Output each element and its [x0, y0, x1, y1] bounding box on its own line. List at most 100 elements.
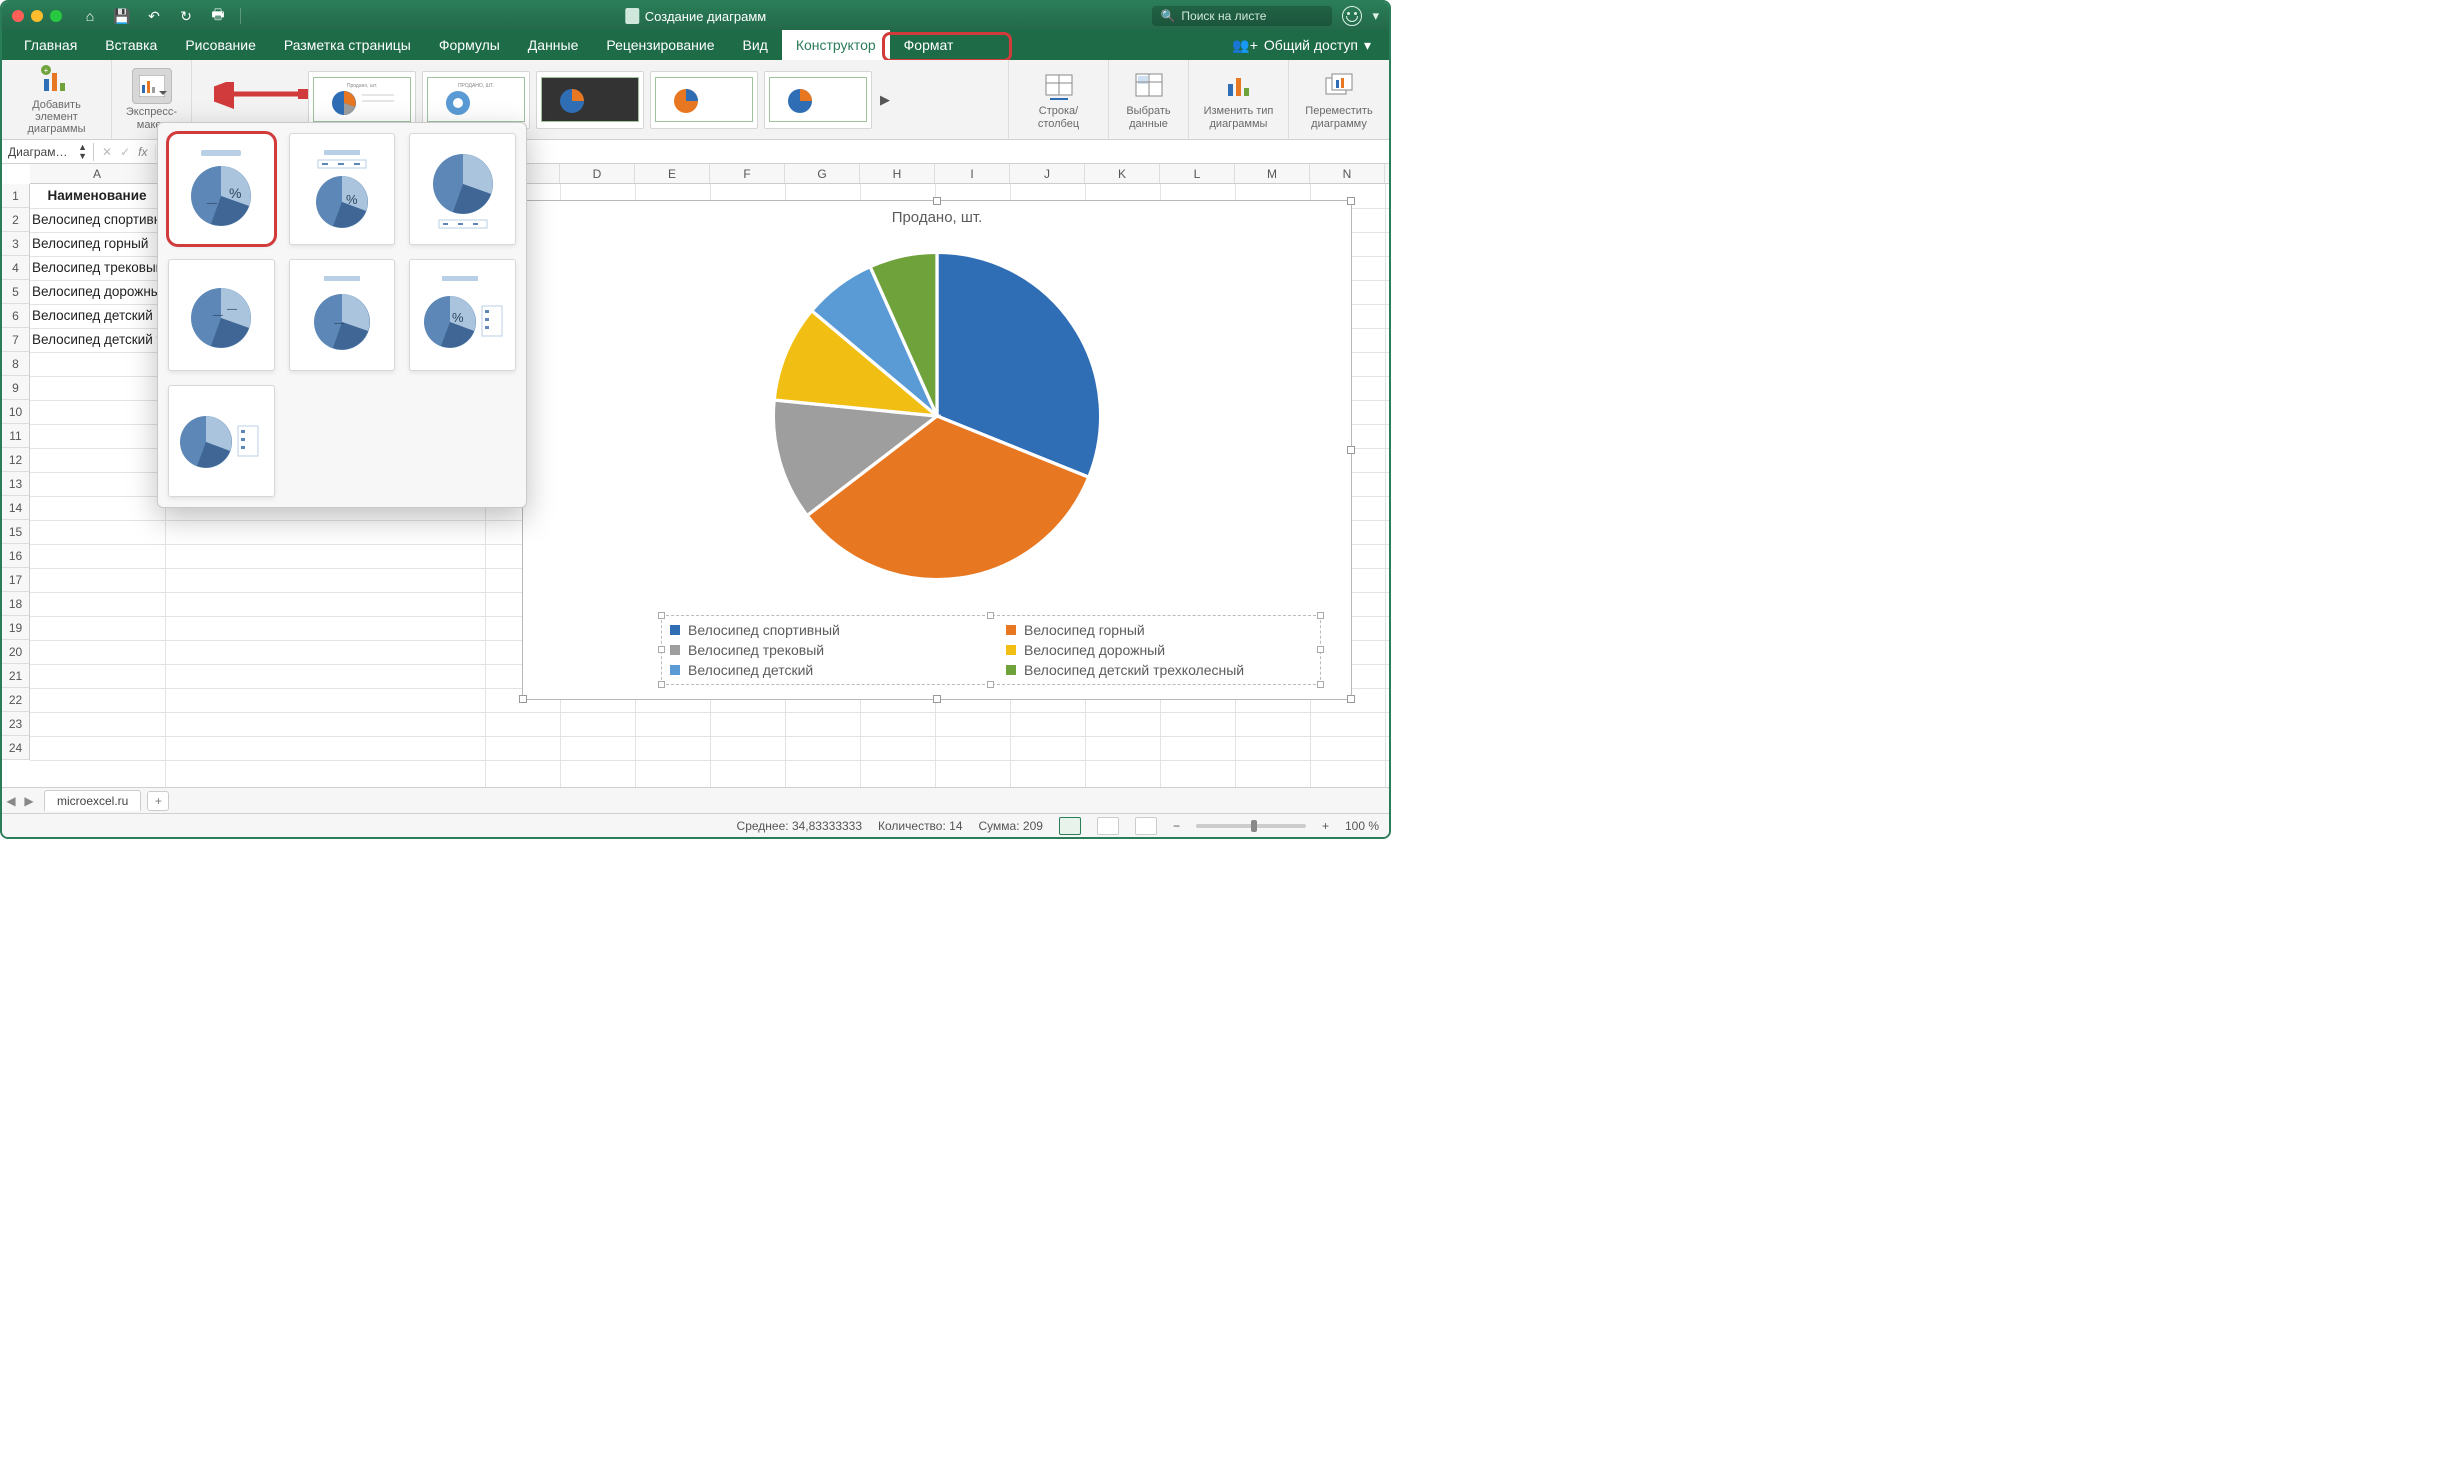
chart-style-5[interactable]	[764, 71, 872, 129]
zoom-out-button[interactable]: −	[1173, 819, 1180, 833]
view-page-break-button[interactable]	[1135, 817, 1157, 835]
quick-layout-option-4[interactable]: ——	[168, 259, 275, 371]
row-header[interactable]: 16	[2, 544, 30, 568]
legend-item[interactable]: Велосипед трековый	[670, 642, 976, 658]
cancel-formula-icon[interactable]: ✕	[102, 145, 112, 159]
home-icon[interactable]: ⌂	[76, 5, 104, 27]
zoom-value[interactable]: 100 %	[1345, 819, 1379, 833]
column-header[interactable]: F	[710, 164, 785, 183]
chart-style-4[interactable]	[650, 71, 758, 129]
legend-item[interactable]: Велосипед детский трехколесный	[1006, 662, 1312, 678]
sheet-nav-next[interactable]: ▶	[20, 794, 38, 808]
row-header[interactable]: 12	[2, 448, 30, 472]
column-header[interactable]: N	[1310, 164, 1385, 183]
feedback-icon[interactable]	[1342, 6, 1362, 26]
column-header[interactable]: H	[860, 164, 935, 183]
quick-layout-option-3[interactable]	[409, 133, 516, 245]
minimize-window[interactable]	[31, 10, 43, 22]
quick-layout-option-7[interactable]	[168, 385, 275, 497]
chart-object[interactable]: Продано, шт. Велосипед спортивныйВелосип…	[522, 200, 1352, 700]
move-chart-button[interactable]: Переместить диаграмму	[1289, 60, 1389, 139]
column-header[interactable]: G	[785, 164, 860, 183]
view-page-layout-button[interactable]	[1097, 817, 1119, 835]
fx-icon[interactable]: fx	[138, 145, 147, 159]
print-icon[interactable]: 🖶	[204, 5, 232, 27]
undo-icon[interactable]: ↶	[140, 5, 168, 27]
row-header[interactable]: 7	[2, 328, 30, 352]
row-header[interactable]: 19	[2, 616, 30, 640]
maximize-window[interactable]	[50, 10, 62, 22]
cell[interactable]: Наименование	[32, 184, 162, 208]
zoom-in-button[interactable]: +	[1322, 819, 1329, 833]
switch-row-column-button[interactable]: Строка/столбец	[1009, 60, 1109, 139]
row-header[interactable]: 22	[2, 688, 30, 712]
row-header[interactable]: 10	[2, 400, 30, 424]
row-header[interactable]: 13	[2, 472, 30, 496]
row-header[interactable]: 23	[2, 712, 30, 736]
confirm-formula-icon[interactable]: ✓	[120, 145, 130, 159]
row-header[interactable]: 14	[2, 496, 30, 520]
chart-style-3[interactable]	[536, 71, 644, 129]
save-icon[interactable]: 💾	[108, 5, 136, 27]
sheet-nav-prev[interactable]: ◀	[2, 794, 20, 808]
close-window[interactable]	[12, 10, 24, 22]
row-header[interactable]: 6	[2, 304, 30, 328]
chevron-down-icon[interactable]: ▾	[1372, 8, 1379, 24]
tab-data[interactable]: Данные	[514, 30, 593, 60]
chart-style-1[interactable]: Продано, шт.	[308, 71, 416, 129]
row-header[interactable]: 21	[2, 664, 30, 688]
name-box[interactable]: Диаграм… ▲▼	[2, 143, 94, 161]
tab-view[interactable]: Вид	[729, 30, 782, 60]
column-header[interactable]: K	[1085, 164, 1160, 183]
row-header[interactable]: 1	[2, 184, 30, 208]
column-header[interactable]: A	[30, 164, 165, 183]
sheet-tab-active[interactable]: microexcel.ru	[44, 790, 141, 811]
row-header[interactable]: 3	[2, 232, 30, 256]
tab-home[interactable]: Главная	[10, 30, 91, 60]
quick-layout-option-2[interactable]: %	[289, 133, 396, 245]
row-header[interactable]: 11	[2, 424, 30, 448]
column-header[interactable]: D	[560, 164, 635, 183]
tab-review[interactable]: Рецензирование	[592, 30, 728, 60]
chart-legend[interactable]: Велосипед спортивный Велосипед горный Вело…	[661, 615, 1321, 685]
legend-item[interactable]: Велосипед горный	[1006, 622, 1312, 638]
column-header[interactable]: E	[635, 164, 710, 183]
add-sheet-button[interactable]: +	[147, 791, 169, 811]
tab-formulas[interactable]: Формулы	[425, 30, 514, 60]
row-header[interactable]: 18	[2, 592, 30, 616]
chart-style-2[interactable]: ПРОДАНО, ШТ.	[422, 71, 530, 129]
tab-insert[interactable]: Вставка	[91, 30, 171, 60]
row-header[interactable]: 15	[2, 520, 30, 544]
row-header[interactable]: 20	[2, 640, 30, 664]
legend-item[interactable]: Велосипед спортивный	[670, 622, 976, 638]
namebox-stepper[interactable]: ▲▼	[78, 143, 87, 161]
quick-layout-button[interactable]	[132, 68, 172, 104]
row-header[interactable]: 5	[2, 280, 30, 304]
row-header[interactable]: 17	[2, 568, 30, 592]
tab-format[interactable]: Формат	[890, 30, 968, 60]
legend-item[interactable]: Велосипед детский	[670, 662, 976, 678]
tab-design[interactable]: Конструктор	[782, 30, 890, 60]
column-header[interactable]: L	[1160, 164, 1235, 183]
row-header[interactable]: 2	[2, 208, 30, 232]
quick-layout-option-5[interactable]: —	[289, 259, 396, 371]
pie-chart[interactable]	[523, 236, 1351, 596]
column-header[interactable]: M	[1235, 164, 1310, 183]
change-chart-type-button[interactable]: Изменить тип диаграммы	[1189, 60, 1289, 139]
zoom-slider[interactable]	[1196, 824, 1306, 828]
row-header[interactable]: 4	[2, 256, 30, 280]
column-header[interactable]: I	[935, 164, 1010, 183]
quick-layout-option-6[interactable]: %	[409, 259, 516, 371]
legend-item[interactable]: Велосипед дорожный	[1006, 642, 1312, 658]
row-header[interactable]: 24	[2, 736, 30, 760]
search-input[interactable]: 🔍 Поиск на листе	[1152, 6, 1332, 26]
view-normal-button[interactable]	[1059, 817, 1081, 835]
add-chart-element-button[interactable]: + Добавить элемент диаграммы	[2, 60, 112, 139]
redo-icon[interactable]: ↻	[172, 5, 200, 27]
tab-page-layout[interactable]: Разметка страницы	[270, 30, 425, 60]
styles-scroll-right[interactable]: ▶	[878, 92, 892, 108]
column-header[interactable]: J	[1010, 164, 1085, 183]
tab-draw[interactable]: Рисование	[171, 30, 270, 60]
select-data-button[interactable]: Выбрать данные	[1109, 60, 1189, 139]
row-header[interactable]: 8	[2, 352, 30, 376]
